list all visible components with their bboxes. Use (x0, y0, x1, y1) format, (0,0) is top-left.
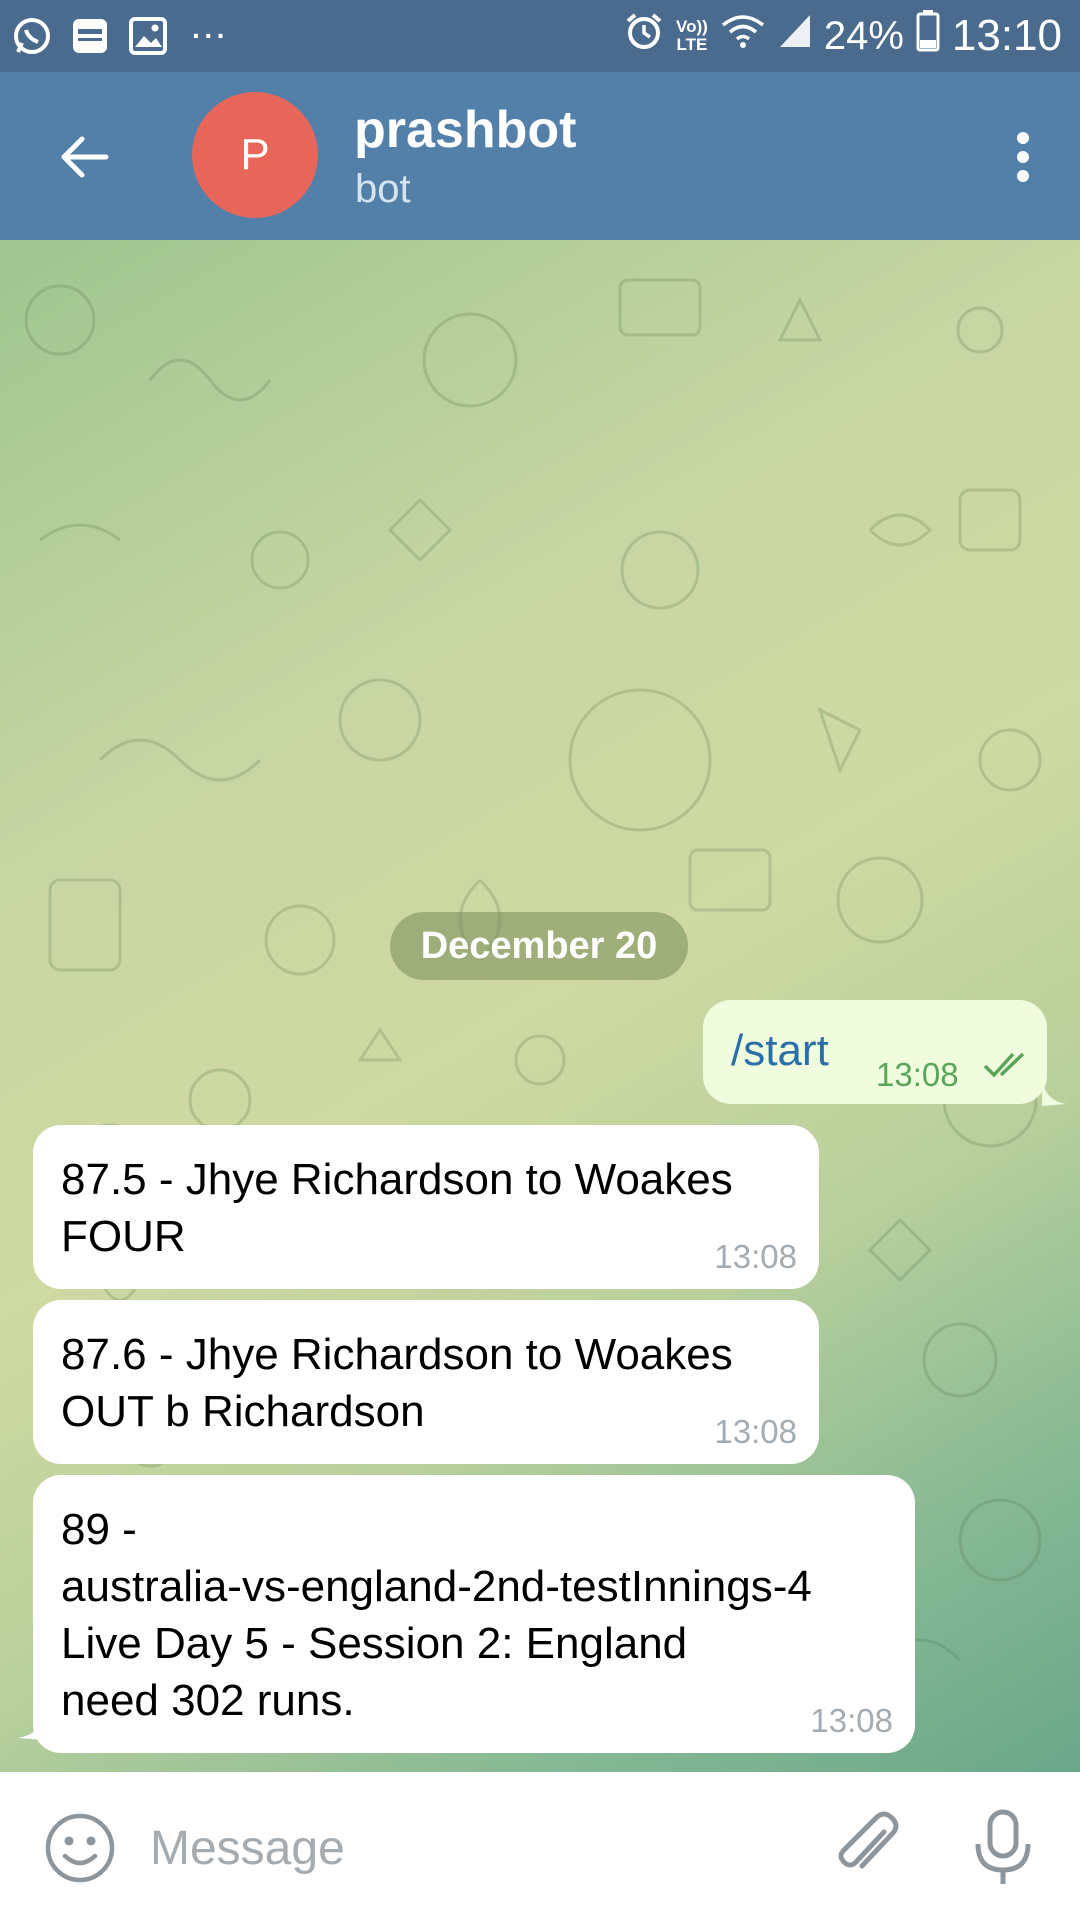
avatar[interactable]: P (192, 92, 318, 218)
outgoing-bubble-tail (1042, 1078, 1066, 1106)
lte-label: LTE (676, 35, 708, 54)
chat-messages-area[interactable]: December 20 /start 13:08 87.5 - Jhye Ric… (0, 240, 1080, 1772)
signal-icon (778, 13, 812, 59)
message-text: 89 - australia-vs-england-2nd-testInning… (61, 1505, 812, 1725)
incoming-message[interactable]: 87.5 - Jhye Richardson to Woakes FOUR 13… (33, 1125, 819, 1289)
volte-indicator: Vo)) LTE (676, 18, 708, 54)
incoming-bubble-tail (18, 1712, 44, 1740)
message-input[interactable] (150, 1806, 790, 1890)
whatsapp-icon (12, 16, 52, 56)
message-time: 13:08 (714, 1238, 797, 1275)
message-time: 13:08 (876, 1056, 959, 1093)
more-notifications-indicator: ··· (192, 20, 229, 51)
emoji-smile-icon (45, 1813, 115, 1883)
clock: 13:10 (951, 11, 1062, 60)
date-separator: December 20 (390, 912, 688, 980)
double-check-read-icon (983, 1052, 1025, 1078)
icici-icon (70, 16, 110, 56)
message-text: 87.6 - Jhye Richardson to Woakes OUT b R… (61, 1330, 733, 1436)
back-arrow-icon (61, 136, 109, 178)
incoming-message[interactable]: 89 - australia-vs-england-2nd-testInning… (33, 1475, 915, 1753)
message-composer (0, 1772, 1080, 1920)
message-text: 87.5 - Jhye Richardson to Woakes FOUR (61, 1155, 733, 1261)
microphone-icon (975, 1809, 1031, 1884)
gallery-icon (128, 16, 168, 56)
paperclip-icon (838, 1811, 899, 1869)
voice-record-button[interactable] (968, 1806, 1038, 1890)
message-time: 13:08 (810, 1702, 893, 1739)
message-text: /start (731, 1026, 829, 1075)
more-options-button[interactable] (992, 116, 1054, 198)
incoming-message[interactable]: 87.6 - Jhye Richardson to Woakes OUT b R… (33, 1300, 819, 1464)
volte-label: Vo)) (676, 17, 708, 36)
battery-icon (916, 10, 940, 62)
back-button[interactable] (50, 122, 120, 192)
battery-percent: 24% (823, 13, 904, 58)
status-bar: ··· Vo)) LTE 24% 13:10 (0, 0, 1080, 72)
message-time: 13:08 (714, 1413, 797, 1450)
attach-button[interactable] (826, 1806, 910, 1890)
chat-title[interactable]: prashbot (354, 100, 576, 160)
chat-header: P prashbot bot (0, 72, 1080, 240)
alarm-icon (624, 11, 664, 61)
emoji-button[interactable] (44, 1812, 116, 1884)
kebab-menu-icon (1017, 132, 1029, 182)
wifi-icon (720, 13, 766, 59)
outgoing-message[interactable]: /start 13:08 (703, 1000, 1047, 1104)
chat-subtitle: bot (355, 167, 411, 211)
